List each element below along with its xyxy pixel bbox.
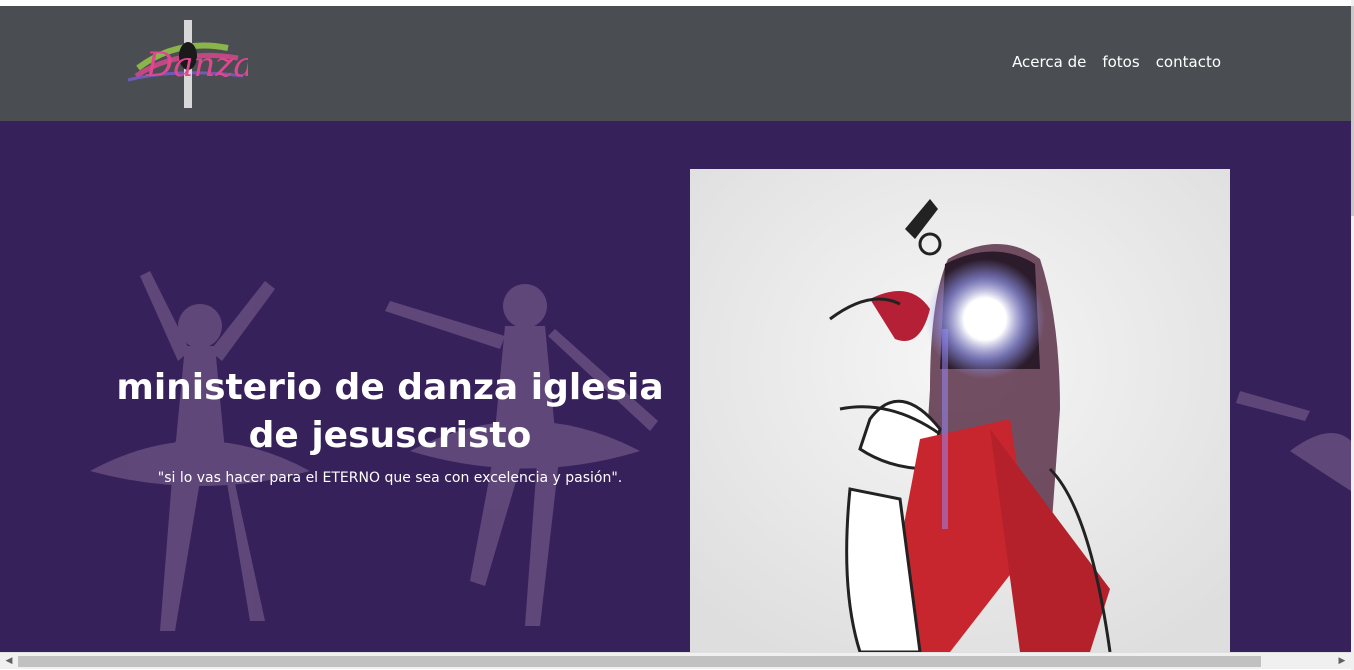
hero-subtitle: "si lo vas hacer para el ETERNO que sea … xyxy=(157,470,623,486)
scroll-right-arrow-icon[interactable]: ▶ xyxy=(1335,655,1349,668)
horizontal-scrollbar[interactable]: ◀ ▶ xyxy=(0,652,1351,669)
page: Danza Acerca de fotos contacto ministeri… xyxy=(0,6,1351,652)
logo-text: Danza xyxy=(145,45,248,85)
scroll-left-arrow-icon[interactable]: ◀ xyxy=(2,655,16,668)
site-header: Danza Acerca de fotos contacto xyxy=(0,6,1351,121)
hero-title: ministerio de danza iglesia de jesuscris… xyxy=(116,367,664,456)
nav-contacto[interactable]: contacto xyxy=(1156,53,1221,71)
main-nav: Acerca de fotos contacto xyxy=(1012,53,1221,71)
nav-acerca-de[interactable]: Acerca de xyxy=(1012,53,1086,71)
hero-section: ministerio de danza iglesia de jesuscris… xyxy=(0,121,1351,652)
hero-text-block: ministerio de danza iglesia de jesuscris… xyxy=(100,364,680,486)
horizontal-scrollbar-thumb[interactable] xyxy=(18,656,1261,667)
nav-fotos[interactable]: fotos xyxy=(1102,53,1139,71)
jesus-dancer-illustration xyxy=(690,169,1230,652)
danza-logo[interactable]: Danza xyxy=(118,18,248,110)
